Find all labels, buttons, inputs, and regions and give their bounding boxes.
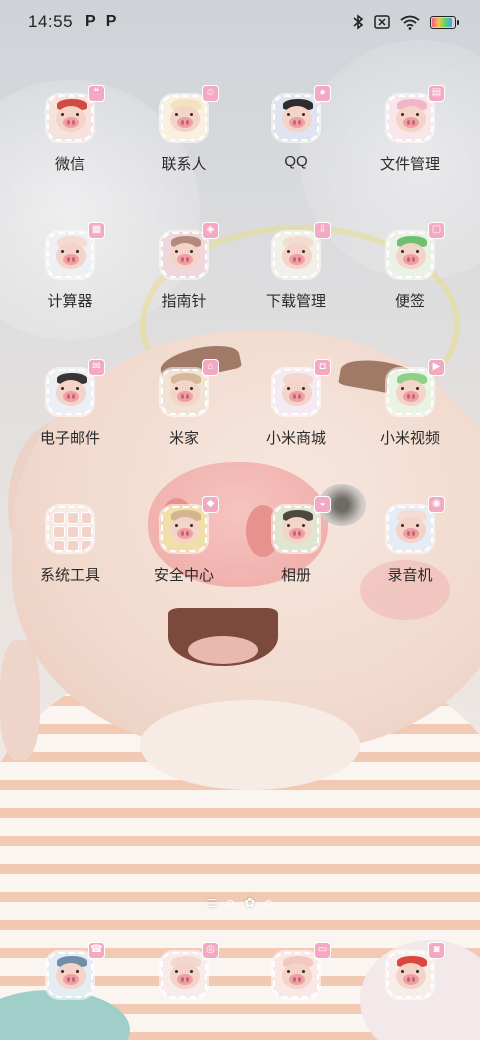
person-icon: ☺ — [202, 85, 219, 102]
app-label: 小米视频 — [379, 430, 440, 447]
app-icon[interactable]: ◒ 相册 — [236, 496, 356, 585]
bluetooth-icon — [352, 14, 364, 30]
app-label: QQ — [284, 153, 308, 170]
pig-app-icon — [47, 95, 93, 141]
compass-icon: ◈ — [202, 222, 219, 239]
app-icon[interactable]: ▢ 便签 — [350, 222, 470, 311]
app-icon[interactable]: ❝ 微信 — [10, 85, 130, 174]
status-bar: 14:55 P P — [0, 0, 480, 44]
shield-icon: ◆ — [202, 496, 219, 513]
app-label: 文件管理 — [379, 156, 440, 173]
pig-app-icon — [273, 232, 319, 278]
page-dot[interactable] — [265, 899, 273, 907]
page-dot-current[interactable]: ✿ — [244, 895, 255, 911]
pig-app-icon — [47, 232, 93, 278]
pig-app-icon — [387, 232, 433, 278]
home-icon: ⌂ — [202, 359, 219, 376]
bag-icon: ◘ — [314, 359, 331, 376]
pig-app-icon — [387, 95, 433, 141]
app-label: 指南针 — [161, 293, 207, 310]
app-label: 联系人 — [161, 156, 207, 173]
pig-app-icon — [273, 369, 319, 415]
penguin-icon: ● — [314, 85, 331, 102]
no-sim-icon — [374, 15, 390, 29]
page-indicator[interactable]: ☰ ✿ — [0, 895, 480, 911]
pig-app-icon — [273, 952, 319, 998]
app-label: 电子邮件 — [39, 430, 100, 447]
page-dot[interactable] — [227, 899, 235, 907]
app-icon[interactable]: ◉ 录音机 — [350, 496, 470, 585]
notification-p-icon: P — [105, 13, 117, 30]
photo-icon: ◒ — [314, 496, 331, 513]
app-label: 安全中心 — [153, 567, 214, 584]
notification-p-icon: P — [85, 13, 96, 30]
app-label: 相册 — [280, 567, 311, 584]
browser-icon: ◎ — [202, 942, 219, 959]
mic-icon: ◉ — [428, 496, 445, 513]
app-label: 小米商城 — [265, 430, 326, 447]
app-label: 微信 — [54, 156, 85, 173]
menu-lines-icon: ☰ — [207, 897, 218, 910]
app-label: 下载管理 — [265, 293, 326, 310]
pig-app-icon — [47, 952, 93, 998]
pig-app-icon — [47, 369, 93, 415]
pig-app-icon — [161, 506, 207, 552]
video-icon: ▶ — [428, 359, 445, 376]
dock-app-icon[interactable]: ◙ — [350, 942, 470, 998]
app-icon[interactable]: ◘ 小米商城 — [236, 359, 356, 448]
app-folder[interactable]: 系统工具 — [10, 506, 130, 585]
app-icon[interactable]: ✉ 电子邮件 — [10, 359, 130, 448]
app-label: 系统工具 — [39, 567, 100, 584]
mail-icon: ✉ — [88, 359, 105, 376]
app-icon[interactable]: ▶ 小米视频 — [350, 359, 470, 448]
app-label: 录音机 — [387, 567, 433, 584]
pig-app-icon — [161, 232, 207, 278]
pig-app-icon — [273, 506, 319, 552]
app-icon[interactable]: ▤ 文件管理 — [350, 85, 470, 174]
dock-app-icon[interactable]: ◎ — [124, 942, 244, 998]
calculator-icon: ▦ — [88, 222, 105, 239]
app-icon[interactable]: ☺ 联系人 — [124, 85, 244, 174]
app-icon[interactable]: ⌂ 米家 — [124, 359, 244, 448]
download-icon: ⇩ — [314, 222, 331, 239]
note-icon: ▢ — [428, 222, 445, 239]
dock-app-icon[interactable]: ▭ — [236, 942, 356, 998]
app-icon[interactable]: ● QQ — [236, 85, 356, 170]
pig-app-icon — [273, 95, 319, 141]
app-icon[interactable]: ◈ 指南针 — [124, 222, 244, 311]
app-label: 便签 — [394, 293, 425, 310]
pig-app-icon — [387, 369, 433, 415]
message-icon: ▭ — [314, 942, 331, 959]
app-label: 计算器 — [47, 293, 93, 310]
pig-app-icon — [161, 952, 207, 998]
folder-icon: ▤ — [428, 85, 445, 102]
app-icon[interactable]: ⇩ 下载管理 — [236, 222, 356, 311]
app-icon[interactable]: ▦ 计算器 — [10, 222, 130, 311]
chat-icon: ❝ — [88, 85, 105, 102]
pig-app-icon — [161, 369, 207, 415]
phone-icon: ☎ — [88, 942, 105, 959]
app-label: 米家 — [168, 430, 199, 447]
dock-app-icon[interactable]: ☎ — [10, 942, 130, 998]
pig-app-icon — [387, 506, 433, 552]
clock: 14:55 — [28, 12, 74, 31]
app-icon[interactable]: ◆ 安全中心 — [124, 496, 244, 585]
wifi-icon — [400, 15, 420, 30]
battery-charging-icon — [430, 15, 459, 29]
pig-app-icon — [161, 95, 207, 141]
folder-preview-icon — [47, 506, 93, 552]
camera-icon: ◙ — [428, 942, 445, 959]
pig-app-icon — [387, 952, 433, 998]
